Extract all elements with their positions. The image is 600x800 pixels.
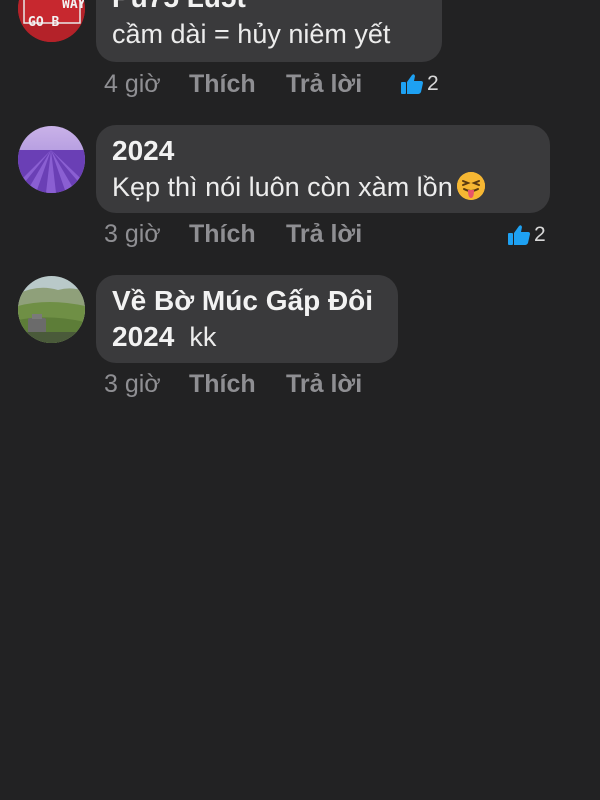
thumbs-up-icon xyxy=(508,225,530,245)
avatar[interactable]: WAY GO B xyxy=(18,0,85,42)
avatar-image xyxy=(18,126,85,193)
avatar[interactable] xyxy=(18,126,85,193)
comment-bubble: Pu75 Lu5t cầm dài = hủy niêm yết xyxy=(96,0,442,62)
avatar-image: WAY GO B xyxy=(18,0,85,42)
like-count: 2 xyxy=(427,72,439,95)
comment-text-content: Kẹp thì nói luôn còn xàm lồn xyxy=(112,172,453,202)
comment-time[interactable]: 3 giờ xyxy=(104,220,189,249)
comment-author-line-2[interactable]: 2024 xyxy=(112,321,174,352)
like-button[interactable]: Thích xyxy=(189,370,286,399)
comment-actions: 3 giờ Thích Trả lời xyxy=(104,220,362,249)
comment-author[interactable]: 2024 xyxy=(112,133,534,169)
like-count: 2 xyxy=(534,223,546,246)
comment-text: Kẹp thì nói luôn còn xàm lồn xyxy=(112,169,534,205)
comment-time[interactable]: 3 giờ xyxy=(104,370,189,399)
comment-bubble: Về Bờ Múc Gấp Đôi 2024 kk xyxy=(96,275,398,363)
reply-button[interactable]: Trả lời xyxy=(286,370,362,399)
like-reaction-count[interactable]: 2 xyxy=(507,223,546,247)
comment-text: cầm dài = hủy niêm yết xyxy=(112,19,391,49)
comment-actions: 3 giờ Thích Trả lời xyxy=(104,370,362,399)
comment-time[interactable]: 4 giờ xyxy=(104,70,189,99)
like-reaction-count[interactable]: 2 xyxy=(400,72,439,96)
squinting-face-with-tongue-icon xyxy=(456,172,485,200)
like-button[interactable]: Thích xyxy=(189,220,286,249)
comment-author[interactable]: Pu75 Lu5t xyxy=(112,0,426,16)
thumbs-up-icon xyxy=(401,74,423,94)
avatar-image xyxy=(18,276,85,343)
reply-button[interactable]: Trả lời xyxy=(286,70,362,99)
comment-actions: 4 giờ Thích Trả lời xyxy=(104,70,362,99)
comment-bubble: 2024 Kẹp thì nói luôn còn xàm lồn xyxy=(96,125,550,213)
comment-text: 2024 kk xyxy=(112,319,382,355)
like-button[interactable]: Thích xyxy=(189,70,286,99)
comment-text-content: kk xyxy=(189,322,217,352)
comment-author[interactable]: Về Bờ Múc Gấp Đôi xyxy=(112,283,382,319)
avatar[interactable] xyxy=(18,276,85,343)
comment-author-line-1: Về Bờ Múc Gấp Đôi xyxy=(112,285,374,316)
svg-text:WAY: WAY xyxy=(62,0,85,12)
svg-text:GO B: GO B xyxy=(28,15,59,30)
reply-button[interactable]: Trả lời xyxy=(286,220,362,249)
